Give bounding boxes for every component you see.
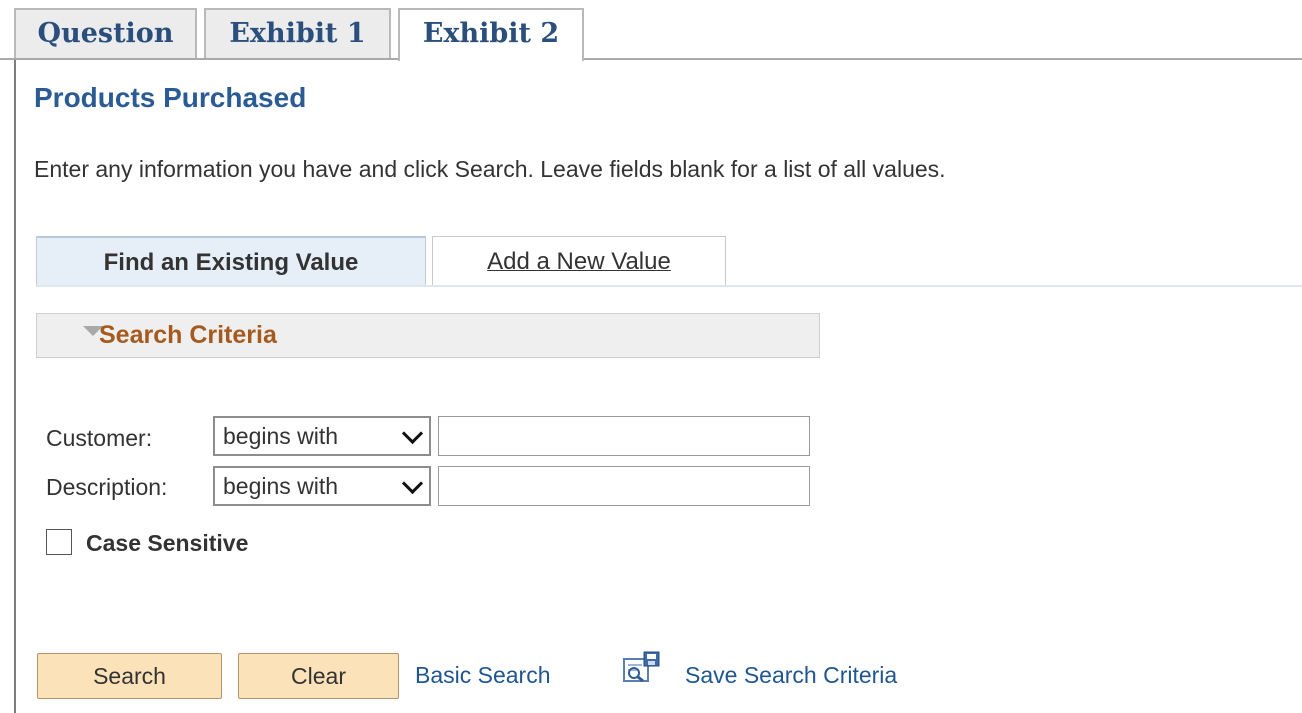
customer-operator-select[interactable]: begins with (213, 416, 431, 456)
save-search-criteria-link[interactable]: Save Search Criteria (685, 662, 897, 689)
search-criteria-header[interactable]: Search Criteria (36, 313, 820, 358)
description-input[interactable] (438, 466, 810, 506)
save-search-icon[interactable] (622, 651, 662, 685)
case-sensitive-checkbox[interactable] (46, 529, 72, 555)
tab-add-new-value-label: Add a New Value (487, 248, 671, 275)
case-sensitive-label: Case Sensitive (86, 530, 249, 556)
page-title: Products Purchased (34, 82, 307, 113)
search-criteria-title: Search Criteria (99, 321, 277, 349)
exam-tab-bar: Question Exhibit 1 Exhibit 2 (0, 0, 1302, 62)
search-button[interactable]: Search (37, 653, 222, 699)
left-border (14, 60, 16, 713)
clear-button[interactable]: Clear (238, 653, 399, 699)
tab-exhibit-1[interactable]: Exhibit 1 (204, 8, 391, 58)
customer-label: Customer: (46, 425, 153, 451)
chevron-down-icon (401, 422, 424, 445)
instructions-text: Enter any information you have and click… (34, 156, 946, 182)
tab-exhibit-2[interactable]: Exhibit 2 (398, 8, 584, 61)
customer-input[interactable] (438, 416, 810, 456)
tab-find-existing-value[interactable]: Find an Existing Value (36, 236, 426, 286)
description-operator-select[interactable]: begins with (213, 466, 431, 506)
tab-question[interactable]: Question (14, 8, 197, 58)
sub-tab-divider (36, 285, 1302, 287)
tab-add-new-value[interactable]: Add a New Value (432, 236, 726, 286)
basic-search-link[interactable]: Basic Search (415, 662, 551, 689)
tab-divider (0, 58, 1302, 60)
customer-operator-value: begins with (223, 423, 339, 449)
description-operator-value: begins with (223, 473, 339, 499)
chevron-down-icon (401, 472, 424, 495)
description-label: Description: (46, 474, 168, 500)
